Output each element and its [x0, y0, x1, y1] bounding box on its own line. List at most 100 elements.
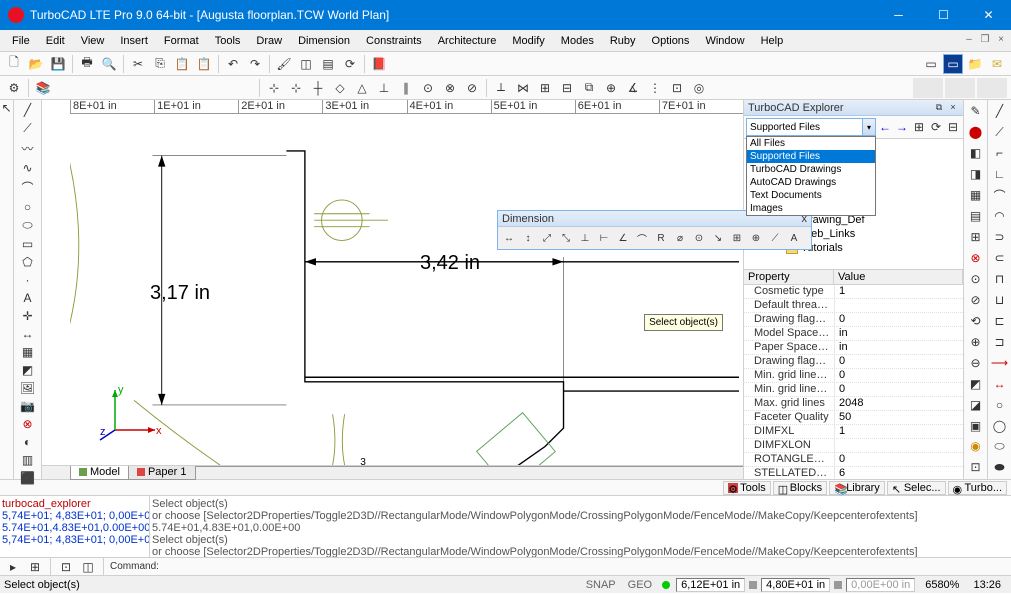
snap-2[interactable]: ⊹	[286, 78, 306, 98]
snap-16[interactable]: ⊕	[601, 78, 621, 98]
r1-4[interactable]: ◨	[966, 165, 986, 184]
r1-16[interactable]: ▣	[966, 416, 986, 435]
r2-4[interactable]: ∟	[990, 165, 1010, 184]
property-row[interactable]: ROTANGLEOLD0	[744, 453, 963, 467]
undo-button[interactable]: ↶	[223, 54, 243, 74]
property-row[interactable]: Min. grid lines V0	[744, 369, 963, 383]
menu-insert[interactable]: Insert	[112, 33, 156, 49]
r2-13[interactable]: ⟶	[990, 353, 1010, 372]
menu-options[interactable]: Options	[644, 33, 698, 49]
view-mode-3[interactable]: 📁	[965, 54, 985, 74]
r1-7[interactable]: ⊞	[966, 228, 986, 247]
polyline-tool[interactable]: ⟋	[17, 120, 39, 137]
menu-modes[interactable]: Modes	[553, 33, 602, 49]
menu-dimension[interactable]: Dimension	[290, 33, 358, 49]
exp-tree-icon[interactable]: ⊟	[945, 119, 961, 135]
menu-tools[interactable]: Tools	[207, 33, 249, 49]
menu-file[interactable]: File	[4, 33, 38, 49]
r2-14[interactable]: ↔	[990, 374, 1010, 393]
btab-selection[interactable]: ↖Selec...	[887, 481, 946, 495]
property-row[interactable]: STELLATED Number...6	[744, 467, 963, 479]
chevron-down-icon[interactable]: ▾	[862, 118, 876, 136]
r1-6[interactable]: ▤	[966, 207, 986, 226]
maximize-button[interactable]: ☐	[921, 0, 966, 30]
r1-13[interactable]: ⊖	[966, 353, 986, 372]
ellipse-tool[interactable]: ⬭	[17, 217, 39, 234]
r2-3[interactable]: ⌐	[990, 144, 1010, 163]
close-button[interactable]: ✕	[966, 0, 1011, 30]
dim-lead[interactable]: ↘	[709, 229, 727, 247]
dim-txt[interactable]: A	[785, 229, 803, 247]
property-row[interactable]: Paper Space Square ...in	[744, 341, 963, 355]
paste-button[interactable]: 📋	[172, 54, 192, 74]
r1-12[interactable]: ⊕	[966, 332, 986, 351]
right-slot-2[interactable]	[945, 78, 975, 98]
dim-ang[interactable]: ∠	[614, 229, 632, 247]
brush-button[interactable]: 🖌	[274, 54, 294, 74]
status-geo[interactable]: GEO	[622, 579, 658, 591]
arc-tool[interactable]: ⌒	[17, 178, 39, 197]
minimize-button[interactable]: ─	[876, 0, 921, 30]
polygon-tool[interactable]: ⬠	[17, 254, 39, 270]
dim-obl[interactable]: ⟋	[766, 229, 784, 247]
r1-15[interactable]: ◪	[966, 395, 986, 414]
r2-10[interactable]: ⊔	[990, 291, 1010, 310]
exp-back-icon[interactable]: ←	[877, 119, 893, 135]
layers-button[interactable]: ▤	[318, 54, 338, 74]
folder-icon[interactable]: 📚	[33, 78, 53, 98]
new-button[interactable]: 🗋	[4, 54, 24, 74]
cmd-btn-2[interactable]: ⊞	[26, 559, 44, 575]
snap-5[interactable]: △	[352, 78, 372, 98]
file-filter-combo[interactable]: Supported Files ▾ All Files Supported Fi…	[746, 118, 876, 136]
snap-10[interactable]: ⊘	[462, 78, 482, 98]
dim-cont[interactable]: ⊢	[595, 229, 613, 247]
rotate-button[interactable]: ⟳	[340, 54, 360, 74]
snap-11[interactable]: ⟂	[491, 78, 511, 98]
r2-7[interactable]: ⊃	[990, 228, 1010, 247]
rect-tool[interactable]: ▭	[17, 236, 39, 252]
snap-20[interactable]: ◎	[689, 78, 709, 98]
property-row[interactable]: Default thread pitch ...	[744, 299, 963, 313]
cam-tool[interactable]: 📷	[17, 398, 39, 414]
save-button[interactable]: 💾	[48, 54, 68, 74]
r1-18[interactable]: ⊡	[966, 458, 986, 477]
snap-12[interactable]: ⋈	[513, 78, 533, 98]
cmd-btn-3[interactable]: ⊡	[57, 559, 75, 575]
status-z[interactable]: 0,00E+00 in	[846, 578, 915, 592]
command-input[interactable]	[163, 560, 1007, 574]
copy-button[interactable]: ⎘	[150, 54, 170, 74]
property-row[interactable]: Faceter Quality50	[744, 411, 963, 425]
menu-window[interactable]: Window	[697, 33, 752, 49]
r2-5[interactable]: ⌒	[990, 186, 1010, 205]
tab-paper[interactable]: Paper 1	[128, 466, 196, 480]
preview-button[interactable]: 🔍	[99, 54, 119, 74]
property-row[interactable]: Min. grid lines U0	[744, 383, 963, 397]
dim-arc[interactable]: ⌒	[633, 229, 651, 247]
mdi-restore-icon[interactable]: ❐	[979, 35, 991, 47]
text-tool[interactable]: A	[17, 290, 39, 306]
snap-6[interactable]: ⊥	[374, 78, 394, 98]
circle-tool[interactable]: ○	[17, 199, 39, 215]
paste-special-button[interactable]: 📋	[194, 54, 214, 74]
menu-help[interactable]: Help	[753, 33, 792, 49]
menu-format[interactable]: Format	[156, 33, 207, 49]
snap-8[interactable]: ⊙	[418, 78, 438, 98]
property-row[interactable]: Max. grid lines2048	[744, 397, 963, 411]
property-row[interactable]: DIMFXL1	[744, 425, 963, 439]
print-button[interactable]: 🖶	[77, 54, 97, 74]
right-slot-1[interactable]	[913, 78, 943, 98]
btab-library[interactable]: 📚Library	[829, 481, 885, 495]
property-row[interactable]: Drawing flags PS (T...0	[744, 313, 963, 327]
cut-button[interactable]: ✂	[128, 54, 148, 74]
r1-3[interactable]: ◧	[966, 144, 986, 163]
console-history[interactable]: turbocad_explorer5,74E+01; 4,83E+01; 0,0…	[0, 496, 150, 557]
open-button[interactable]: 📂	[26, 54, 46, 74]
dimension-toolbar[interactable]: Dimension x ↔ ↕ ⤢ ⤡ ⊥ ⊢ ∠ ⌒ R ⌀ ⊙ ↘ ⊞ ⊕ …	[497, 210, 812, 250]
dim-vert[interactable]: ↕	[519, 229, 537, 247]
snap-18[interactable]: ⋮	[645, 78, 665, 98]
block-tool[interactable]: ◩	[17, 362, 39, 378]
menu-draw[interactable]: Draw	[248, 33, 290, 49]
r2-8[interactable]: ⊂	[990, 249, 1010, 268]
r2-9[interactable]: ⊓	[990, 270, 1010, 289]
menu-architecture[interactable]: Architecture	[430, 33, 505, 49]
